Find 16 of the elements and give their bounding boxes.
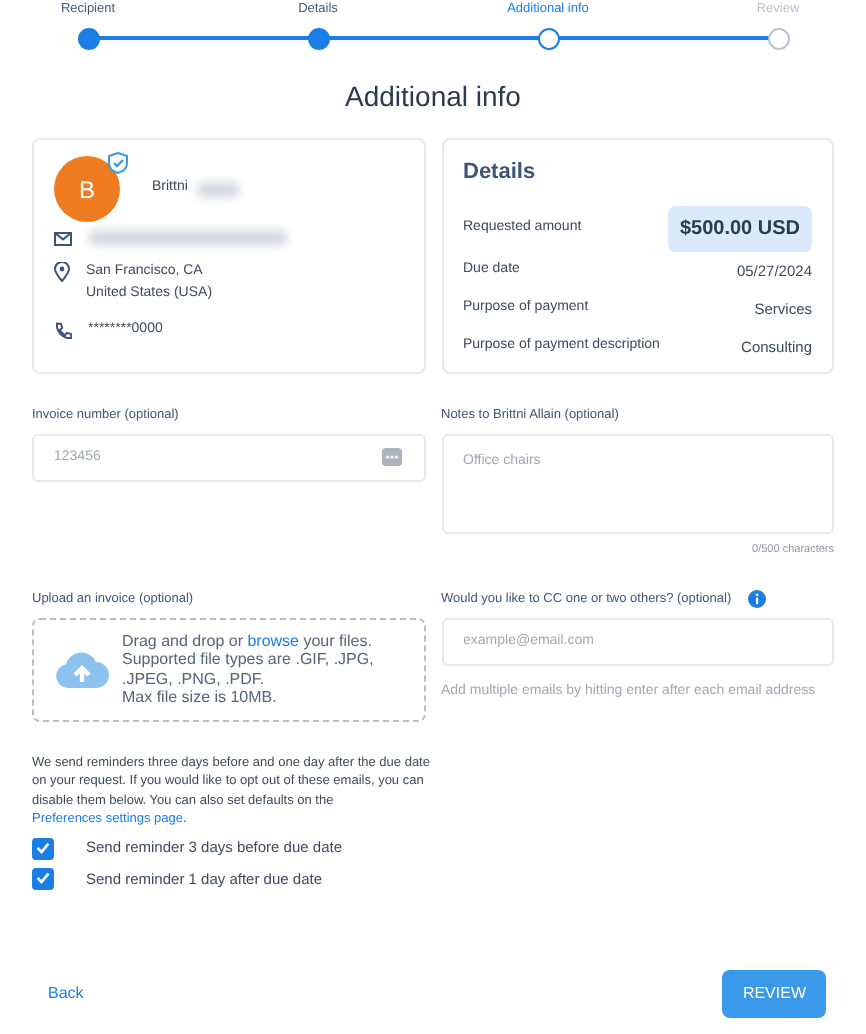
checkbox[interactable]: [32, 867, 54, 890]
requested-amount: $500.00 USD: [667, 205, 812, 251]
details-title: Details: [463, 158, 538, 188]
phone-icon: [54, 321, 72, 340]
page-title: Additional info: [343, 78, 523, 116]
location-pin-icon: [54, 262, 70, 282]
info-icon: [747, 590, 766, 609]
upload-instructions: Drag and drop or browse your files. Supported file types are .GIF, .JPG, .JPEG, .PNG, .PDF. Max file size is 10MB.: [122, 631, 374, 708]
upload-dropzone[interactable]: Drag and drop or browse your files. Supported file types are .GIF, .JPG, .JPEG, .PNG, .PDF. Max file size is 10MB.: [32, 617, 425, 722]
checkbox[interactable]: [32, 837, 54, 860]
back-link[interactable]: Back: [48, 982, 84, 1006]
browse-link[interactable]: browse: [247, 631, 299, 650]
review-button[interactable]: REVIEW: [722, 970, 826, 1018]
avatar: B: [54, 156, 120, 222]
mail-icon: [54, 231, 72, 245]
cloud-upload-icon: [54, 649, 110, 690]
